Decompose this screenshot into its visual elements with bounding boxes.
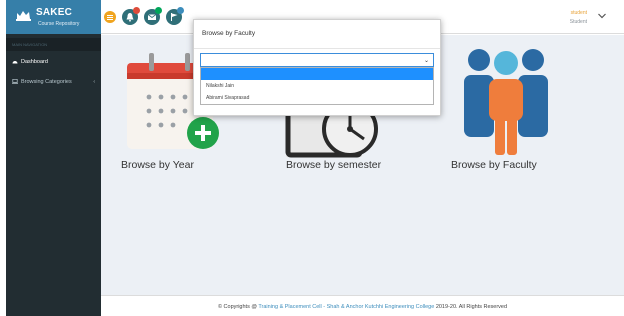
envelope-icon — [147, 14, 157, 20]
user-name[interactable]: student — [571, 10, 587, 16]
bell-icon — [126, 13, 134, 22]
faculty-option[interactable]: Abirami Sivaprasad — [201, 92, 433, 104]
sidebar-item-label: Dashboard — [21, 59, 48, 65]
faculty-option[interactable]: Nilakshi Jain — [201, 80, 433, 92]
messages-button[interactable] — [144, 7, 162, 25]
card-label: Browse by Faculty — [451, 159, 537, 171]
sidebar-item-dashboard[interactable]: Dashboard — [6, 54, 101, 70]
footer-prefix: © Copyrights @ — [217, 304, 257, 310]
laptop-icon — [12, 79, 18, 84]
nav-header: MAIN NAVIGATION — [6, 38, 101, 51]
dropdown-title: Browse by Faculty — [202, 30, 256, 37]
faculty-options-list: Nilakshi Jain Abirami Sivaprasad — [200, 67, 434, 105]
hamburger-icon[interactable] — [104, 11, 116, 23]
faculty-option-blank[interactable] — [201, 68, 433, 80]
chevron-down-icon[interactable] — [597, 12, 607, 20]
flag-icon — [171, 13, 178, 21]
card-label: Browse by Year — [121, 159, 194, 171]
notification-badge — [133, 7, 140, 14]
chevron-down-icon: ⌄ — [423, 58, 429, 64]
dashboard-icon — [12, 61, 18, 64]
footer: © Copyrights @ Training & Placement Cell… — [101, 295, 624, 316]
user-role: Student — [569, 19, 587, 25]
footer-suffix: 2019-20. All Rights Reserved — [435, 304, 508, 310]
brand-logo-area[interactable]: SAKEC Course Repository — [6, 0, 101, 34]
brand-subtitle: Course Repository — [38, 21, 80, 27]
browse-by-faculty-card[interactable]: Browse by Faculty — [449, 35, 609, 225]
footer-link[interactable]: Training & Placement Cell - Shah & Ancho… — [258, 304, 434, 310]
brand-name: SAKEC — [36, 7, 73, 18]
faculty-dropdown-panel: Browse by Faculty ⌄ Nilakshi Jain Abiram… — [193, 19, 441, 116]
card-label: Browse by semester — [286, 159, 382, 171]
sidebar-item-label: Browsing Categories — [21, 79, 72, 85]
people-icon — [464, 49, 548, 155]
divider — [194, 48, 440, 49]
sidebar: SAKEC Course Repository MAIN NAVIGATION … — [6, 0, 101, 316]
chevron-left-icon: ‹ — [93, 79, 95, 85]
tasks-badge — [177, 7, 184, 14]
tasks-button[interactable] — [166, 7, 184, 25]
sidebar-item-browsing-categories[interactable]: Browsing Categories ‹ — [6, 74, 101, 90]
notifications-button[interactable] — [122, 7, 140, 25]
faculty-select[interactable]: ⌄ — [200, 53, 434, 67]
chart-icon — [16, 11, 31, 21]
messages-badge — [155, 7, 162, 14]
app-root: SAKEC Course Repository MAIN NAVIGATION … — [0, 0, 624, 316]
